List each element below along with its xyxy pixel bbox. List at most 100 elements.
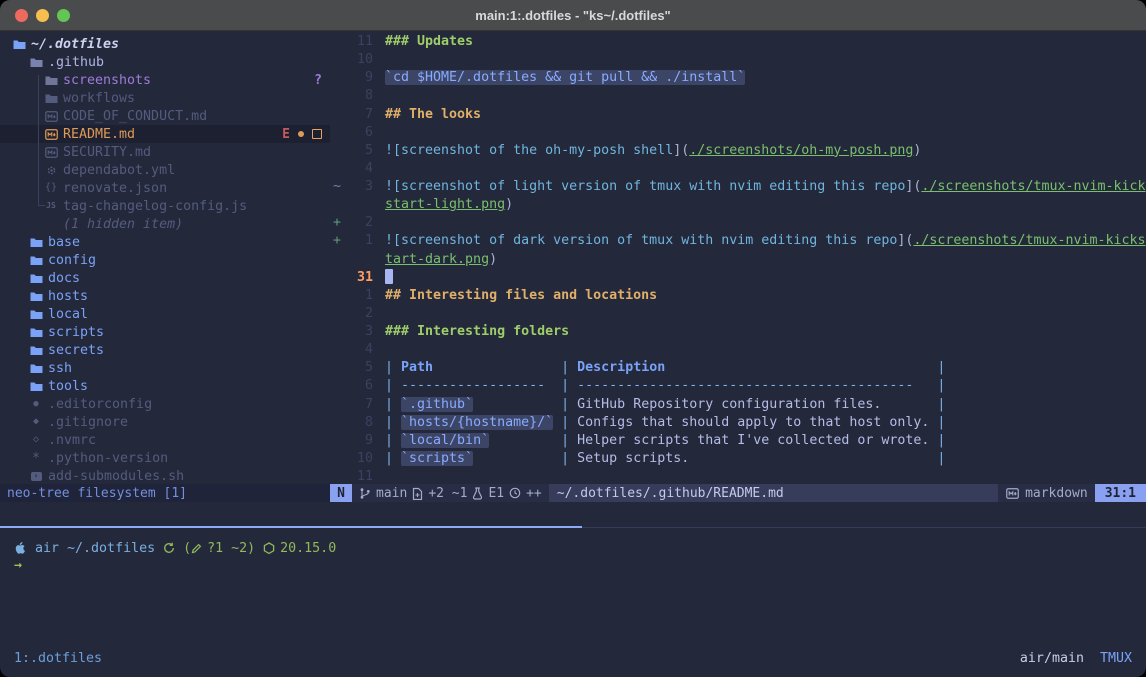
tree-item-tag-changelog-config.js[interactable]: JStag-changelog-config.js — [0, 197, 330, 215]
editor-line[interactable]: 6 — [330, 124, 1146, 142]
editor-line[interactable]: 7## The looks — [330, 106, 1146, 124]
editor-line[interactable]: +1![screenshot of dark version of tmux w… — [330, 232, 1146, 268]
editor-line[interactable]: 8| `hosts/{hostname}/` | Configs that sh… — [330, 414, 1146, 432]
folder-icon — [44, 93, 58, 104]
tree-item-code-of-conduct.md[interactable]: CODE_OF_CONDUCT.md — [0, 107, 330, 125]
line-number: 9 — [347, 69, 373, 87]
editor-line[interactable]: 7| `.github` | GitHub Repository configu… — [330, 396, 1146, 414]
line-text: | `hosts/{hostname}/` | Configs that sho… — [385, 414, 1146, 432]
markdown-file-icon — [44, 147, 58, 158]
line-text: ### Interesting folders — [385, 323, 1146, 341]
tree-item-.editorconfig[interactable]: ●.editorconfig — [0, 395, 330, 413]
tree-item--1-hidden-item-[interactable]: (1 hidden item) — [0, 215, 330, 233]
shell-prompt: air ~/.dotfiles ( ?1 ~2 ) 20.15.0 — [14, 539, 1146, 557]
tree-item-label: README.md — [63, 127, 135, 142]
tree-item-label: renovate.json — [63, 181, 167, 196]
tree-item-label: .editorconfig — [48, 397, 152, 412]
line-text: ### Updates — [385, 33, 1146, 51]
tree-item-label: (1 hidden item) — [63, 217, 183, 232]
line-number: 11 — [347, 33, 373, 51]
editor-line[interactable]: 9 `cd $HOME/.dotfiles && git pull && ./in… — [330, 69, 1146, 87]
tree-item-dependabot.yml[interactable]: dependabot.yml — [0, 161, 330, 179]
braces-icon: {} — [44, 183, 58, 193]
tree-item-label: .nvmrc — [48, 433, 96, 448]
tree-item-label: config — [48, 253, 96, 268]
line-number: 9 — [347, 432, 373, 450]
line-number: 10 — [347, 51, 373, 69]
shell-script-icon: › — [29, 472, 43, 481]
tree-item-.python-version[interactable]: *.python-version — [0, 449, 330, 467]
tmux-window-name[interactable]: 1:.dotfiles — [14, 651, 102, 666]
filetype-label: markdown — [1025, 486, 1088, 501]
editor-line[interactable]: 1## Interesting files and locations — [330, 287, 1146, 305]
editor-line[interactable]: 9 | `local/bin` | Helper scripts that I'v… — [330, 432, 1146, 450]
tree-item-ssh[interactable]: ssh — [0, 359, 330, 377]
editor-line[interactable]: 10 — [330, 51, 1146, 69]
tree-item-security.md[interactable]: SECURITY.md — [0, 143, 330, 161]
tree-item-local[interactable]: local — [0, 305, 330, 323]
line-number: 10 — [347, 450, 373, 468]
line-text: ![screenshot of light version of tmux wi… — [385, 178, 1146, 214]
prompt-host: air — [35, 541, 59, 556]
filetype-segment: markdown — [998, 486, 1095, 501]
tree-item--.dotfiles[interactable]: ~/.dotfiles — [0, 35, 330, 53]
tree-item-add-submodules.sh[interactable]: ›add-submodules.sh — [0, 467, 330, 485]
git-segment: main +2 ~1 E1 ++ — [352, 486, 549, 501]
shell-pane[interactable]: air ~/.dotfiles ( ?1 ~2 ) 20.15.0 → — [0, 528, 1146, 640]
tree-item-tools[interactable]: tools — [0, 377, 330, 395]
editor-line[interactable]: 4 — [330, 160, 1146, 178]
line-text: | `.github` | GitHub Repository configur… — [385, 396, 1146, 414]
prompt-arrow[interactable]: → — [14, 558, 1146, 576]
tree-item-.gitignore[interactable]: ◆.gitignore — [0, 413, 330, 431]
editor-line[interactable]: 3### Interesting folders — [330, 323, 1146, 341]
tree-item-secrets[interactable]: secrets — [0, 341, 330, 359]
editor-line[interactable]: 4 — [330, 341, 1146, 359]
tree-item-label: tag-changelog-config.js — [63, 199, 247, 214]
cmdline-area — [0, 502, 1146, 526]
tree-item-.github[interactable]: .github — [0, 53, 330, 71]
editor-line[interactable]: 11 — [330, 468, 1146, 484]
folder-icon — [12, 39, 26, 50]
node-version: 20.15.0 — [280, 541, 336, 556]
editor-line[interactable]: ~3![screenshot of light version of tmux … — [330, 178, 1146, 214]
tree-item-config[interactable]: config — [0, 251, 330, 269]
tree-item-label: CODE_OF_CONDUCT.md — [63, 109, 207, 124]
line-text: | Path | Description | — [385, 359, 1146, 377]
editor-line[interactable]: 11 ### Updates — [330, 33, 1146, 51]
tree-item-screenshots[interactable]: screenshots? — [0, 71, 330, 89]
tree-item-renovate.json[interactable]: {} renovate.json — [0, 179, 330, 197]
line-number: 11 — [347, 468, 373, 484]
editor-line[interactable]: 8 — [330, 87, 1146, 105]
markdown-icon — [1005, 488, 1020, 499]
editor-line[interactable]: 2 — [330, 305, 1146, 323]
editor-pane[interactable]: 11### Updates109`cd $HOME/.dotfiles && g… — [330, 31, 1146, 484]
gear-icon — [44, 165, 58, 176]
line-number: 6 — [347, 124, 373, 142]
tree-item-workflows[interactable]: workflows — [0, 89, 330, 107]
gutter-sign: ~ — [330, 178, 347, 196]
editor-line[interactable]: 10 | `scripts` | Setup scripts. | — [330, 450, 1146, 468]
tree-item-hosts[interactable]: hosts — [0, 287, 330, 305]
line-text: | `local/bin` | Helper scripts that I've… — [385, 432, 1146, 450]
tree-item-readme.md[interactable]: README.mdE — [0, 125, 330, 143]
line-text: | `scripts` | Setup scripts. | — [385, 450, 1146, 468]
tree-item-.nvmrc[interactable]: ◇.nvmrc — [0, 431, 330, 449]
line-text: `cd $HOME/.dotfiles && git pull && ./ins… — [385, 69, 1146, 87]
tree-item-scripts[interactable]: scripts — [0, 323, 330, 341]
editor-line[interactable]: +2 — [330, 214, 1146, 232]
tree-item-label: hosts — [48, 289, 88, 304]
line-number: 2 — [347, 305, 373, 323]
untracked-marker: ? — [314, 73, 322, 88]
line-number: 6 — [347, 377, 373, 395]
tree-item-docs[interactable]: docs — [0, 269, 330, 287]
tree-item-label: dependabot.yml — [63, 163, 175, 178]
tree-item-base[interactable]: base — [0, 233, 330, 251]
editor-line[interactable]: 6| ------------------ | ----------------… — [330, 377, 1146, 395]
editor-line[interactable]: 5![screenshot of the oh-my-posh shell](.… — [330, 142, 1146, 160]
apple-icon — [14, 541, 27, 556]
git-diff-counts: +2 ~1 — [428, 486, 467, 501]
editor-line[interactable]: 31 — [330, 269, 1146, 287]
tmux-session-name: air/main — [1020, 651, 1084, 666]
pencil-icon — [191, 543, 202, 554]
editor-line[interactable]: 5| Path | Description | — [330, 359, 1146, 377]
